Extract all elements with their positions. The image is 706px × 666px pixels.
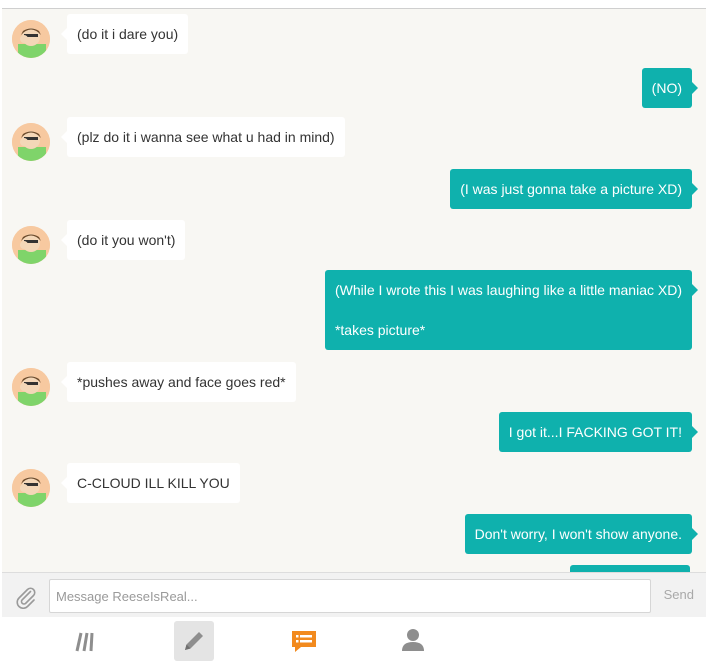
message-text: Don't worry, I won't show anyone.	[474, 526, 682, 542]
message-text: (I was just gonna take a picture XD)	[460, 181, 682, 197]
chat-icon[interactable]	[284, 621, 324, 661]
message-bubble-outgoing[interactable]: (While I wrote this I was laughing like …	[324, 270, 699, 350]
message-bubble-outgoing[interactable]: I got it...I FACKING GOT IT!	[498, 412, 699, 452]
send-button[interactable]: Send	[664, 587, 694, 602]
avatar[interactable]	[12, 469, 50, 507]
message-bubble-outgoing[interactable]: (I was just gonna take a picture XD)	[450, 169, 698, 209]
avatar[interactable]	[12, 226, 50, 264]
message-text: (While I wrote this I was laughing like …	[334, 282, 682, 298]
profile-icon[interactable]	[393, 621, 433, 661]
avatar[interactable]	[12, 368, 50, 406]
message-text: I got it...I FACKING GOT IT!	[508, 424, 682, 440]
message-bubble-incoming[interactable]: *pushes away and face goes red*	[61, 362, 296, 402]
message-bubble-incoming[interactable]: (plz do it i wanna see what u had in min…	[61, 117, 345, 157]
message-input[interactable]	[49, 579, 651, 613]
message-composer: Send	[2, 572, 706, 617]
message-text: (NO)	[651, 80, 682, 96]
message-text: (plz do it i wanna see what u had in min…	[77, 129, 335, 145]
message-bubble-outgoing[interactable]: (NO)	[641, 68, 699, 108]
feed-icon[interactable]	[64, 621, 104, 661]
avatar[interactable]	[12, 123, 50, 161]
message-text: *pushes away and face goes red*	[77, 374, 286, 390]
chat-thread[interactable]: (do it i dare you) (NO) (plz do it i wan…	[2, 8, 706, 573]
message-text-line2: *takes picture*	[334, 322, 426, 338]
message-bubble-incoming[interactable]: (do it you won't)	[60, 220, 186, 260]
paperclip-icon[interactable]	[14, 585, 38, 609]
bottom-navigation	[0, 617, 706, 666]
message-text: (do it i dare you)	[77, 26, 179, 42]
message-bubble-incoming[interactable]: (do it i dare you)	[60, 14, 189, 54]
pencil-icon[interactable]	[174, 621, 214, 661]
message-text: (do it you won't)	[77, 232, 176, 248]
message-bubble-incoming[interactable]: C-CLOUD ILL KILL YOU	[61, 463, 240, 503]
message-text: C-CLOUD ILL KILL YOU	[77, 475, 230, 491]
message-bubble-outgoing[interactable]: Don't worry, I won't show anyone.	[464, 514, 699, 554]
avatar[interactable]	[12, 20, 50, 58]
